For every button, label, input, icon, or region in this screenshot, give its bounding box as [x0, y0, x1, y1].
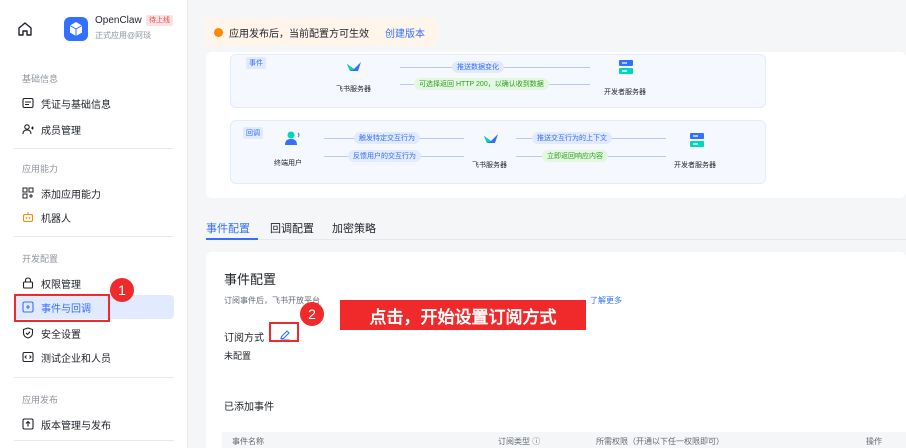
sidebar-item-label: 测试企业和人员 — [41, 353, 111, 365]
instruction-callout: 点击，开始设置订阅方式 — [340, 300, 586, 330]
step-marker-1: 1 — [110, 278, 134, 302]
nav-group-basic-info: 基础信息 — [22, 74, 59, 84]
sidebar-item-label: 安全设置 — [41, 329, 81, 341]
column-event-name: 事件名称 — [232, 437, 264, 446]
grid-add-icon — [22, 187, 34, 199]
lock-icon — [22, 277, 34, 289]
sidebar-item-test-tenants[interactable]: 测试企业和人员 — [14, 345, 174, 369]
app-subtitle: 正式应用@阿琰 — [95, 31, 152, 40]
sidebar: OpenClaw 待上线 正式应用@阿琰 基础信息 凭证与基础信息 成员管理 应… — [0, 0, 188, 448]
config-tabs: 事件配置 回调配置 加密策略 — [206, 212, 906, 240]
reply-label: 可选择返回 HTTP 200，以确认收到数据 — [414, 78, 549, 90]
code-icon — [22, 351, 34, 363]
sidebar-item-label: 成员管理 — [41, 125, 81, 137]
event-source-label: 飞书服务器 — [336, 86, 371, 93]
sidebar-item-security[interactable]: 安全设置 — [14, 321, 174, 345]
create-version-link[interactable]: 创建版本 — [385, 25, 425, 40]
warning-icon — [214, 27, 223, 37]
sidebar-divider — [14, 236, 174, 237]
notice-text: 应用发布后，当前配置方可生效 — [229, 28, 369, 40]
app-header: OpenClaw 待上线 正式应用@阿琰 — [0, 0, 188, 56]
publish-notice: 应用发布后，当前配置方可生效 创建版本 — [206, 18, 438, 46]
event-tag: 事件 — [246, 57, 266, 69]
callback-server-label: 飞书服务器 — [472, 162, 507, 169]
tab-callback-config[interactable]: 回调配置 — [270, 220, 314, 236]
tab-event-config[interactable]: 事件配置 — [206, 220, 250, 236]
nav-group-capabilities: 应用能力 — [22, 164, 59, 174]
column-required-scopes: 所需权限（开通以下任一权限即可） — [596, 437, 724, 446]
column-actions: 操作 — [866, 437, 882, 446]
events-table-header: 事件名称 订阅类型 ⓘ 所需权限（开通以下任一权限即可） 操作 — [222, 432, 906, 448]
return-label: 立即返回响应内容 — [542, 150, 608, 162]
robot-icon — [22, 211, 34, 223]
nav-group-dev-config: 开发配置 — [22, 254, 59, 264]
cube-icon — [69, 22, 83, 36]
home-icon[interactable] — [16, 20, 34, 38]
sidebar-item-label: 机器人 — [41, 213, 71, 225]
step-marker-2: 2 — [300, 302, 324, 326]
push-data-label: 推送数据变化 — [452, 61, 504, 73]
feishu-logo-icon — [484, 134, 498, 143]
upload-icon — [22, 418, 34, 430]
app-name: OpenClaw — [95, 15, 142, 26]
sidebar-item-label: 添加应用能力 — [41, 189, 101, 201]
subscribe-mode-label: 订阅方式 — [224, 333, 264, 344]
server-icon — [690, 133, 704, 147]
member-icon — [22, 123, 34, 135]
callback-target-label: 开发者服务器 — [674, 162, 716, 169]
sidebar-item-bot[interactable]: 机器人 — [14, 205, 174, 229]
sidebar-item-members[interactable]: 成员管理 — [14, 117, 174, 141]
feedback-label: 反馈用户的交互行为 — [348, 150, 421, 162]
user-icon — [285, 131, 300, 145]
sidebar-item-credentials[interactable]: 凭证与基础信息 — [14, 91, 174, 115]
app-status-badge: 待上线 — [146, 15, 173, 26]
credentials-icon — [22, 97, 34, 109]
sidebar-item-add-capability[interactable]: 添加应用能力 — [14, 181, 174, 205]
event-config-card: 事件配置 订阅事件后，飞书开放平台 了解更多 订阅方式 未配置 已添加事件 事件… — [206, 252, 906, 448]
sidebar-item-label: 版本管理与发布 — [41, 420, 111, 432]
feishu-logo-icon — [347, 62, 361, 71]
added-events-title: 已添加事件 — [224, 402, 274, 413]
sidebar-divider — [14, 377, 174, 378]
end-user-label: 终端用户 — [274, 160, 302, 167]
tab-encryption[interactable]: 加密策略 — [332, 220, 376, 236]
sidebar-item-permissions[interactable]: 权限管理 — [14, 271, 174, 295]
sidebar-divider — [14, 148, 174, 149]
sidebar-item-label: 权限管理 — [41, 279, 81, 291]
sidebar-item-versions[interactable]: 版本管理与发布 — [14, 412, 174, 436]
server-icon — [619, 60, 633, 74]
shield-icon — [22, 327, 34, 339]
nav-group-release: 应用发布 — [22, 395, 59, 405]
app-logo — [64, 17, 88, 41]
highlight-box-edit — [269, 322, 299, 342]
callback-tag: 回调 — [243, 127, 263, 139]
subscribe-mode-status: 未配置 — [224, 351, 252, 361]
sidebar-item-label: 凭证与基础信息 — [41, 99, 111, 111]
active-tab-indicator — [206, 238, 258, 240]
push-context-label: 推送交互行为的上下文 — [532, 132, 612, 144]
event-target-label: 开发者服务器 — [604, 89, 646, 96]
section-title: 事件配置 — [224, 272, 277, 287]
highlight-box-events-nav — [14, 294, 110, 322]
sidebar-divider — [14, 440, 174, 441]
trigger-label: 触发特定交互行为 — [354, 132, 420, 144]
learn-more-link[interactable]: 了解更多 — [590, 295, 622, 306]
column-subscribe-type: 订阅类型 ⓘ — [498, 437, 541, 446]
